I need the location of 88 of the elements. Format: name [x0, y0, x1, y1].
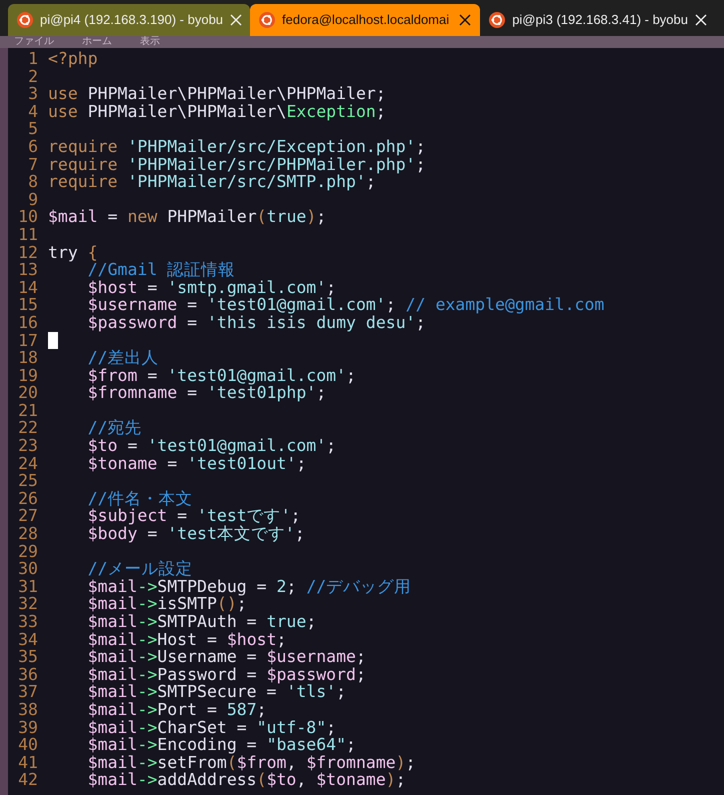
line-number: 9 [27, 190, 39, 208]
code-line: //メール設定 [86, 560, 193, 578]
line-number: 13 [17, 261, 39, 279]
line-number: 37 [17, 683, 39, 701]
code-line: $mail = new PHPMailer(true); [48, 208, 326, 226]
code-line: $to = 'test01@gmail.com'; [86, 437, 336, 455]
line-number: 2 [27, 68, 39, 86]
line-number: 30 [17, 560, 39, 578]
ubuntu-logo-icon [489, 12, 506, 28]
code-line: $username = 'test01@gmail.com'; // example@gmail.com [86, 296, 604, 314]
line-number: 5 [27, 120, 39, 138]
line-number: 12 [17, 244, 39, 262]
terminal-tab[interactable]: pi@pi4 (192.168.3.190) - byobu [8, 4, 250, 36]
code-line: $toname = 'test01out'; [86, 454, 306, 472]
code-line: $mail->CharSet = "utf-8"; [86, 718, 336, 736]
code-line: $mail->isSMTP(); [86, 595, 247, 613]
code-line: <?php [48, 50, 98, 68]
line-number: 10 [17, 208, 39, 226]
code-line: $mail->SMTPSecure = 'tls'; [86, 683, 346, 701]
line-number: 19 [17, 366, 39, 384]
terminal-tab[interactable]: fedora@localhost.localdomai [250, 4, 480, 36]
line-number: 31 [17, 578, 39, 596]
menu-item[interactable]: 表示 [126, 36, 174, 48]
close-icon[interactable] [459, 14, 472, 26]
line-number: 22 [17, 419, 39, 438]
line-number: 34 [17, 630, 39, 648]
code-line: $password = 'this isis dumy desu'; [86, 314, 426, 332]
line-number: 11 [17, 226, 39, 244]
line-number: 26 [17, 490, 39, 508]
line-number: 38 [17, 700, 39, 719]
ubuntu-logo-icon [17, 12, 33, 28]
code-line: //差出人 [86, 349, 159, 367]
line-number: 27 [17, 507, 39, 526]
code-line: $body = 'test本文です'; [86, 525, 305, 543]
line-number: 42 [17, 771, 39, 789]
code-line: $mail->Host = $host; [86, 630, 286, 648]
line-number: 23 [17, 437, 39, 455]
code-line: $mail->SMTPAuth = true; [86, 613, 316, 631]
line-number: 39 [17, 718, 39, 736]
line-number: 35 [17, 648, 39, 666]
line-number: 1 [27, 50, 39, 68]
code-line: $mail->Encoding = "base64"; [86, 736, 356, 754]
tab-title: pi@pi3 (192.168.3.41) - byobu [512, 11, 688, 30]
line-number: 33 [17, 613, 39, 631]
code-line: require 'PHPMailer/src/SMTP.php'; [48, 173, 376, 191]
code-line: $mail->SMTPDebug = 2; //デバッグ用 [86, 578, 412, 596]
line-number: 29 [17, 542, 39, 560]
code-line: $mail->Username = $username; [86, 648, 366, 666]
line-number: 40 [17, 736, 39, 754]
code-line: try { [48, 244, 98, 262]
line-number: 3 [27, 85, 39, 103]
menu-item[interactable]: ホーム [68, 36, 126, 48]
line-number: 20 [17, 384, 39, 402]
line-number: 24 [17, 454, 39, 472]
line-number: 28 [17, 525, 39, 543]
ubuntu-logo-icon [259, 12, 275, 28]
line-number: 6 [27, 138, 39, 156]
line-number: 15 [17, 296, 39, 314]
line-number: 16 [17, 314, 39, 332]
line-number: 36 [17, 666, 39, 684]
code-line: require 'PHPMailer/src/Exception.php'; [48, 138, 426, 156]
code-line: use PHPMailer\PHPMailer\Exception; [48, 102, 386, 120]
code-line: $mail->addAddress($to, $toname); [86, 771, 406, 789]
code-line: //Gmail 認証情報 [86, 261, 236, 279]
code-line: require 'PHPMailer/src/PHPMailer.php'; [48, 156, 426, 174]
line-number: 41 [17, 754, 39, 772]
menu-item[interactable]: ファイル [0, 36, 68, 48]
code-line: $mail->Port = 587; [86, 700, 267, 719]
code-line: $mail->Password = $password; [86, 666, 366, 684]
code-line: //宛先 [86, 419, 142, 438]
line-number: 21 [17, 402, 39, 420]
tab-title: fedora@localhost.localdomai [282, 11, 450, 30]
line-number: 18 [17, 349, 39, 367]
code-line: use PHPMailer\PHPMailer\PHPMailer; [48, 85, 386, 103]
code-line: $host = 'smtp.gmail.com'; [86, 278, 336, 296]
line-number: 32 [17, 595, 39, 613]
line-number: 25 [17, 472, 39, 490]
code-line: $subject = 'testです'; [86, 507, 301, 526]
line-number: 17 [17, 332, 39, 350]
code-line: $fromname = 'test01php'; [86, 384, 326, 402]
code-line: //件名・本文 [86, 490, 193, 508]
line-number: 8 [27, 173, 39, 191]
line-number: 14 [17, 278, 39, 296]
line-number: 7 [27, 156, 39, 174]
tab-title: pi@pi4 (192.168.3.190) - byobu [40, 11, 224, 30]
code-line: $mail->setFrom($from, $fromname); [86, 754, 416, 772]
line-number: 4 [27, 102, 39, 120]
code-line: $from = 'test01@gmail.com'; [86, 366, 356, 384]
